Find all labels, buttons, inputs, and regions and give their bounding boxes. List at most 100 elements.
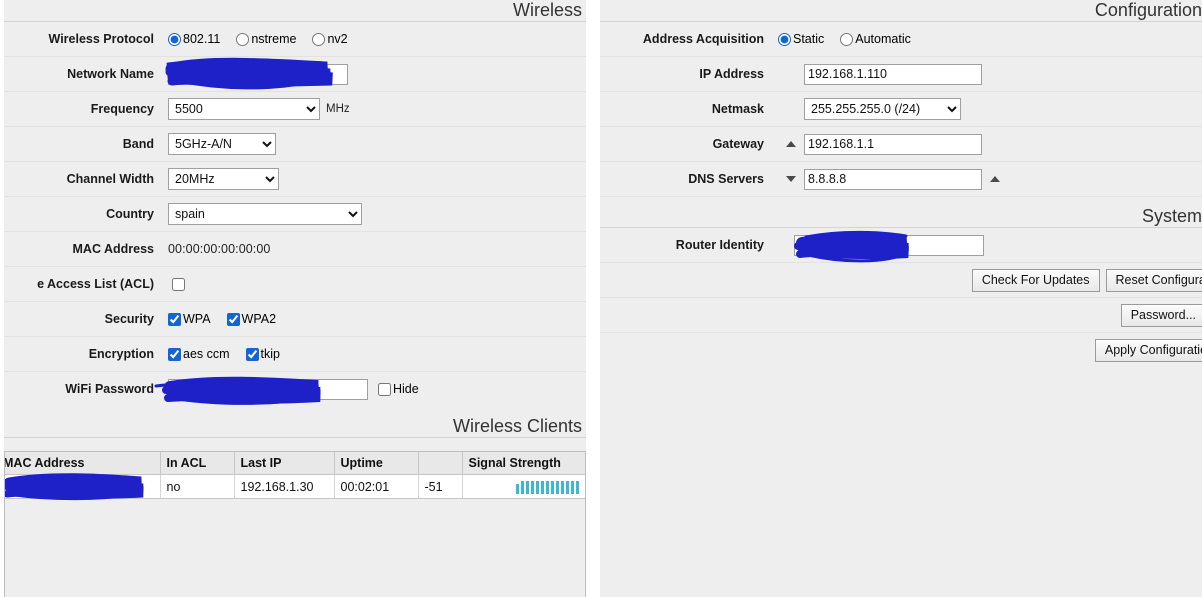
checkbox-aes-ccm-label: aes ccm bbox=[183, 347, 230, 361]
netmask-select[interactable]: 255.255.255.0 (/24) bbox=[804, 98, 961, 120]
band-field: 5GHz-A/N bbox=[168, 133, 586, 155]
triangle-down-icon[interactable] bbox=[786, 176, 796, 182]
cell-signal-dbm: -51 bbox=[418, 474, 463, 499]
signal-bar bbox=[576, 480, 579, 494]
row-mac-address: MAC Address 00:00:00:00:00:00 bbox=[4, 232, 586, 267]
label-wireless-protocol: Wireless Protocol bbox=[48, 32, 154, 46]
radio-protocol-nstreme-input[interactable] bbox=[236, 32, 250, 46]
password-button[interactable]: Password... bbox=[1120, 303, 1202, 327]
mac-address-field: 00:00:00:00:00:00 bbox=[168, 242, 586, 256]
radio-protocol-nv2[interactable]: nv2 bbox=[312, 32, 348, 46]
row-address-acquisition: Address Acquisition Static Automatic bbox=[600, 22, 1202, 57]
signal-bar bbox=[536, 480, 539, 494]
checkbox-tkip-input[interactable] bbox=[245, 347, 259, 361]
radio-address-automatic-label: Automatic bbox=[855, 32, 911, 46]
router-identity-field bbox=[778, 230, 1202, 262]
checkbox-tkip[interactable]: tkip bbox=[245, 347, 280, 361]
checkbox-hide-password-label: Hide bbox=[393, 382, 419, 396]
radio-protocol-nv2-input[interactable] bbox=[312, 32, 326, 46]
cell-in-acl: no bbox=[160, 474, 235, 499]
checkbox-aes-ccm-input[interactable] bbox=[168, 347, 181, 361]
radio-protocol-nstreme[interactable]: nstreme bbox=[236, 32, 296, 46]
triangle-up-icon[interactable] bbox=[786, 141, 796, 147]
router-identity-input[interactable] bbox=[794, 234, 984, 256]
label-ip-address: IP Address bbox=[699, 67, 764, 81]
signal-bar bbox=[561, 480, 564, 494]
channel-width-select[interactable]: 20MHz bbox=[168, 168, 279, 190]
signal-bar bbox=[526, 480, 529, 494]
gateway-arrow-slot[interactable] bbox=[778, 141, 804, 147]
checkbox-wpa2-input[interactable] bbox=[226, 312, 240, 326]
checkbox-aes-ccm[interactable]: aes ccm bbox=[168, 347, 230, 361]
col-header-signal-dbm[interactable] bbox=[418, 452, 463, 475]
checkbox-wpa-input[interactable] bbox=[168, 312, 181, 326]
row-dns-servers: DNS Servers bbox=[600, 162, 1202, 197]
col-header-last-ip[interactable]: Last IP bbox=[234, 452, 335, 475]
ip-address-input[interactable] bbox=[804, 63, 982, 85]
wireless-clients-table: MAC Address In ACL Last IP Uptime Signal… bbox=[5, 452, 585, 501]
gateway-field bbox=[778, 133, 1202, 155]
label-gateway: Gateway bbox=[712, 137, 764, 151]
radio-protocol-nv2-label: nv2 bbox=[327, 32, 348, 46]
checkbox-tkip-label: tkip bbox=[260, 347, 280, 361]
table-row[interactable]: no 192.168.1.30 00:02:01 -51 bbox=[5, 473, 585, 501]
checkbox-hide-password-input[interactable] bbox=[378, 382, 391, 396]
label-encryption: Encryption bbox=[88, 347, 154, 361]
band-select[interactable]: 5GHz-A/N bbox=[168, 133, 276, 155]
col-header-uptime[interactable]: Uptime bbox=[334, 452, 419, 475]
row-country: Country spain bbox=[4, 197, 586, 232]
row-frequency: Frequency 5500 MHz bbox=[4, 92, 586, 127]
check-for-updates-button[interactable]: Check For Updates bbox=[971, 268, 1100, 292]
configuration-panel: Configuration Address Acquisition Static… bbox=[600, 0, 1202, 597]
checkbox-wpa[interactable]: WPA bbox=[168, 312, 211, 326]
radio-address-static-label: Static bbox=[793, 32, 825, 46]
frequency-select[interactable]: 5500 bbox=[168, 98, 320, 120]
radio-protocol-80211-input[interactable] bbox=[168, 32, 181, 46]
dns-remove-arrow-slot[interactable] bbox=[778, 176, 804, 182]
row-band: Band 5GHz-A/N bbox=[4, 127, 586, 162]
address-acquisition-options: Static Automatic bbox=[778, 32, 1202, 46]
wifi-password-input[interactable] bbox=[168, 378, 368, 400]
access-list-checkbox[interactable] bbox=[172, 277, 185, 291]
col-header-signal-strength[interactable]: Signal Strength bbox=[462, 452, 585, 475]
col-header-mac-address[interactable]: MAC Address bbox=[5, 452, 161, 475]
row-router-identity: Router Identity bbox=[600, 228, 1202, 263]
encryption-options: aes ccm tkip bbox=[168, 347, 586, 361]
signal-bar bbox=[546, 480, 549, 494]
dns-add-arrow-slot[interactable] bbox=[982, 176, 1008, 182]
network-name-input[interactable] bbox=[168, 63, 348, 85]
gateway-input[interactable] bbox=[804, 133, 982, 155]
col-header-mac-address-text: MAC Address bbox=[5, 456, 85, 470]
signal-bar bbox=[531, 480, 534, 494]
triangle-up-icon-2[interactable] bbox=[990, 176, 1000, 182]
label-wifi-password: WiFi Password bbox=[65, 382, 154, 396]
radio-address-static[interactable]: Static bbox=[778, 32, 824, 46]
row-channel-width: Channel Width 20MHz bbox=[4, 162, 586, 197]
row-security: Security WPA WPA2 bbox=[4, 302, 586, 337]
wireless-protocol-options: 802.11 nstreme nv2 bbox=[168, 32, 586, 46]
radio-address-automatic[interactable]: Automatic bbox=[840, 32, 911, 46]
row-netmask: Netmask 255.255.255.0 (/24) bbox=[600, 92, 1202, 127]
label-address-acquisition: Address Acquisition bbox=[642, 32, 764, 46]
checkbox-wpa2[interactable]: WPA2 bbox=[226, 312, 276, 326]
apply-configuration-button[interactable]: Apply Configuration bbox=[1094, 338, 1202, 362]
radio-address-automatic-input[interactable] bbox=[840, 32, 854, 46]
reset-configuration-button[interactable]: Reset Configuration bbox=[1105, 268, 1202, 292]
wifi-password-field: Hide bbox=[154, 376, 586, 405]
radio-address-static-input[interactable] bbox=[778, 32, 791, 46]
col-header-in-acl[interactable]: In ACL bbox=[160, 452, 235, 475]
label-channel-width: Channel Width bbox=[66, 172, 154, 186]
row-gateway: Gateway bbox=[600, 127, 1202, 162]
table-header-row: MAC Address In ACL Last IP Uptime Signal… bbox=[5, 452, 585, 475]
channel-width-field: 20MHz bbox=[168, 168, 586, 190]
row-system-buttons-1: Check For Updates Reset Configuration bbox=[600, 263, 1202, 298]
label-country: Country bbox=[106, 207, 154, 221]
label-frequency: Frequency bbox=[90, 102, 154, 116]
dns-servers-input[interactable] bbox=[804, 168, 982, 190]
radio-protocol-80211[interactable]: 802.11 bbox=[168, 32, 220, 46]
country-select[interactable]: spain bbox=[168, 203, 362, 225]
row-wifi-password: WiFi Password Hide bbox=[4, 372, 586, 407]
checkbox-hide-password[interactable]: Hide bbox=[378, 382, 419, 396]
router-quickset-page: Wireless Wireless Protocol 802.11 nstrem… bbox=[0, 0, 1202, 597]
label-netmask: Netmask bbox=[711, 102, 764, 116]
